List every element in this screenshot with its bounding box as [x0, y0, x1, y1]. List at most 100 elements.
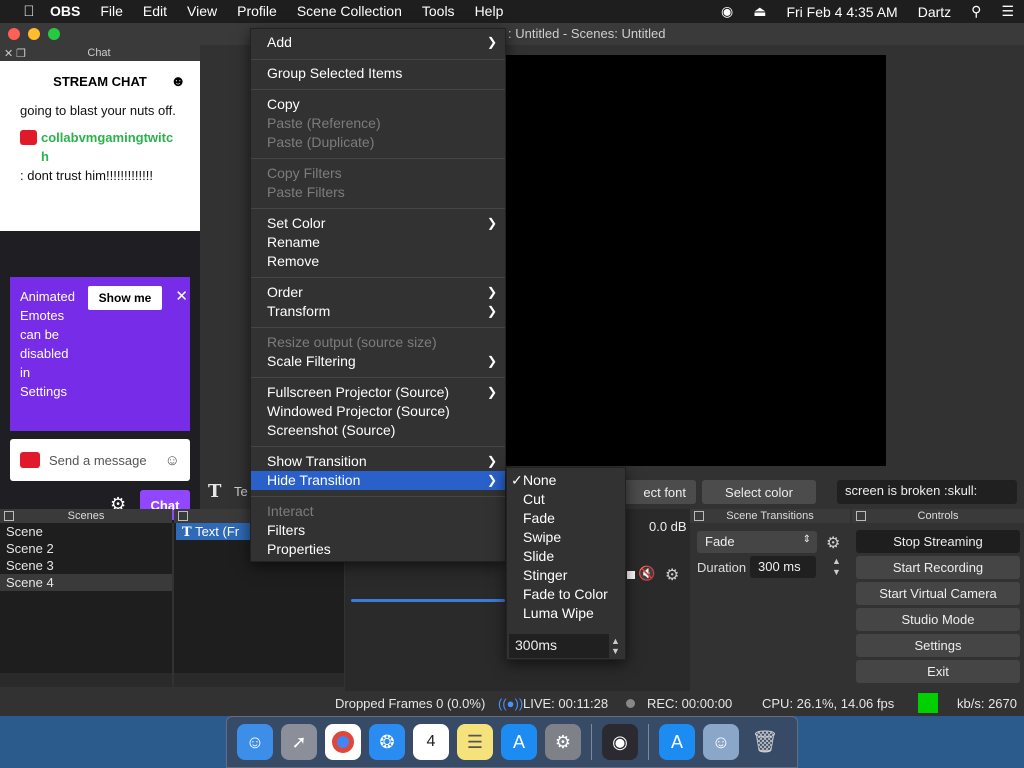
- menu-profile[interactable]: Profile: [227, 0, 287, 23]
- window-titlebar: : Untitled - Scenes: Untitled: [0, 23, 1024, 45]
- menu-item-transform[interactable]: Transform ❯: [251, 302, 505, 321]
- menu-item-resize-output: Resize output (source size): [267, 334, 437, 350]
- chevron-updown-icon: ⇕: [802, 534, 811, 545]
- scene-item[interactable]: Scene 3: [0, 557, 172, 574]
- app-store-icon[interactable]: A: [501, 724, 537, 760]
- menu-item-hide-transition[interactable]: Hide Transition ❯: [251, 471, 505, 490]
- menu-item-filters[interactable]: Filters: [251, 521, 505, 540]
- close-dock-icon[interactable]: ✕: [4, 47, 16, 60]
- menu-item-fullscreen-projector[interactable]: Fullscreen Projector (Source) ❯: [251, 383, 505, 402]
- menu-item-properties[interactable]: Properties: [251, 540, 505, 559]
- system-preferences-icon[interactable]: ⚙: [545, 724, 581, 760]
- users-icon[interactable]: ☻: [170, 73, 186, 90]
- transition-option[interactable]: Luma Wipe: [507, 604, 625, 623]
- preview-canvas[interactable]: [506, 55, 886, 466]
- transition-option[interactable]: Fade: [507, 509, 625, 528]
- volume-slider[interactable]: [351, 599, 505, 602]
- menu-app-name[interactable]: OBS: [40, 0, 90, 23]
- transition-option[interactable]: Fade to Color: [507, 585, 625, 604]
- transition-option[interactable]: Cut: [507, 490, 625, 509]
- spotlight-search-icon[interactable]: ⚲: [961, 3, 991, 20]
- source-item-label: Text (Fr: [195, 524, 240, 539]
- app-store-icon[interactable]: A: [659, 724, 695, 760]
- menu-scene-collection[interactable]: Scene Collection: [287, 0, 412, 23]
- close-promo-icon[interactable]: ✕: [175, 287, 188, 306]
- exit-button[interactable]: Exit: [856, 660, 1020, 683]
- source-context-menu: Add ❯ Group Selected Items Copy Paste (Re…: [250, 28, 506, 562]
- menu-help[interactable]: Help: [465, 0, 514, 23]
- menubar-user[interactable]: Dartz: [908, 4, 961, 20]
- mixer-lock-icon[interactable]: [627, 571, 635, 579]
- studio-mode-button[interactable]: Studio Mode: [856, 608, 1020, 631]
- menubar-clock[interactable]: Fri Feb 4 4:35 AM: [776, 4, 907, 20]
- minimize-window-button[interactable]: [28, 28, 40, 40]
- source-item[interactable]: T Text (Fr: [176, 523, 252, 540]
- menu-item-copy[interactable]: Copy: [251, 95, 505, 114]
- menu-item-add[interactable]: Add ❯: [251, 33, 505, 52]
- calendar-icon[interactable]: 4: [413, 724, 449, 760]
- menu-file[interactable]: File: [90, 0, 133, 23]
- transition-option[interactable]: Stinger: [507, 566, 625, 585]
- transition-option[interactable]: ✓ None: [507, 471, 625, 490]
- menu-item-scale-filtering[interactable]: Scale Filtering ❯: [251, 352, 505, 371]
- duration-stepper[interactable]: ▲ ▼: [832, 556, 841, 578]
- launchpad-icon[interactable]: ➚: [281, 724, 317, 760]
- trash-icon[interactable]: 🗑: [747, 724, 783, 760]
- chat-message: : dont trust him!!!!!!!!!!!!!: [20, 168, 153, 183]
- emoji-icon[interactable]: ☺: [165, 452, 180, 469]
- finder-icon[interactable]: ☺: [237, 724, 273, 760]
- transition-option[interactable]: Swipe: [507, 528, 625, 547]
- float-dock-icon[interactable]: ❐: [16, 47, 28, 60]
- transition-option[interactable]: Slide: [507, 547, 625, 566]
- scene-item[interactable]: Scene 2: [0, 540, 172, 557]
- eject-icon[interactable]: ⏏: [743, 3, 776, 20]
- scene-item[interactable]: Scene 4: [0, 574, 172, 591]
- safari-icon[interactable]: ❂: [369, 724, 405, 760]
- chevron-right-icon: ❯: [486, 454, 497, 468]
- start-recording-button[interactable]: Start Recording: [856, 556, 1020, 579]
- dropped-frames: Dropped Frames 0 (0.0%): [335, 696, 486, 711]
- mute-icon[interactable]: 🔇: [638, 565, 655, 582]
- settings-button[interactable]: Settings: [856, 634, 1020, 657]
- menu-item-remove[interactable]: Remove: [251, 252, 505, 271]
- duration-input[interactable]: 300 ms: [750, 556, 816, 578]
- chrome-icon[interactable]: [325, 724, 361, 760]
- menu-item-order[interactable]: Order ❯: [251, 283, 505, 302]
- scene-item[interactable]: Scene: [0, 523, 172, 540]
- menu-view[interactable]: View: [177, 0, 227, 23]
- menu-item-set-color[interactable]: Set Color ❯: [251, 214, 505, 233]
- menu-item-screenshot[interactable]: Screenshot (Source): [251, 421, 505, 440]
- menu-item-show-transition[interactable]: Show Transition ❯: [251, 452, 505, 471]
- chat-username-text[interactable]: collabvmgamingtwitch: [41, 128, 181, 166]
- close-window-button[interactable]: [8, 28, 20, 40]
- chat-username[interactable]: collabvmgamingtwitch: [20, 128, 200, 166]
- chat-input[interactable]: Send a message ☺: [10, 439, 190, 481]
- menu-item-group[interactable]: Group Selected Items: [251, 64, 505, 83]
- text-input[interactable]: screen is broken :skull:: [837, 480, 1017, 504]
- maximize-window-button[interactable]: [48, 28, 60, 40]
- transition-gear-icon[interactable]: ⚙: [826, 533, 840, 553]
- transition-select[interactable]: Fade ⇕: [697, 531, 817, 553]
- transition-duration-input[interactable]: 300ms: [509, 634, 609, 658]
- float-dock-icon[interactable]: [856, 511, 866, 521]
- menu-item-rename[interactable]: Rename: [251, 233, 505, 252]
- stop-streaming-button[interactable]: Stop Streaming: [856, 530, 1020, 553]
- preview-icon[interactable]: ☺: [703, 724, 739, 760]
- float-dock-icon[interactable]: [694, 511, 704, 521]
- notes-icon[interactable]: ☰: [457, 724, 493, 760]
- control-center-icon[interactable]: ☰: [991, 3, 1024, 20]
- duration-stepper[interactable]: ▲ ▼: [611, 636, 620, 656]
- show-me-button[interactable]: Show me: [88, 286, 162, 310]
- select-color-button[interactable]: Select color: [702, 480, 816, 504]
- float-dock-icon[interactable]: [178, 511, 188, 521]
- apple-icon[interactable]: : [18, 3, 40, 20]
- obs-icon[interactable]: ◉: [602, 724, 638, 760]
- obs-status-icon[interactable]: ◉: [711, 3, 743, 20]
- streamer-badge-icon: [20, 130, 37, 145]
- menu-tools[interactable]: Tools: [412, 0, 465, 23]
- start-virtual-camera-button[interactable]: Start Virtual Camera: [856, 582, 1020, 605]
- float-dock-icon[interactable]: [4, 511, 14, 521]
- menu-item-windowed-projector[interactable]: Windowed Projector (Source): [251, 402, 505, 421]
- mixer-gear-icon[interactable]: ⚙: [665, 565, 679, 585]
- menu-edit[interactable]: Edit: [133, 0, 177, 23]
